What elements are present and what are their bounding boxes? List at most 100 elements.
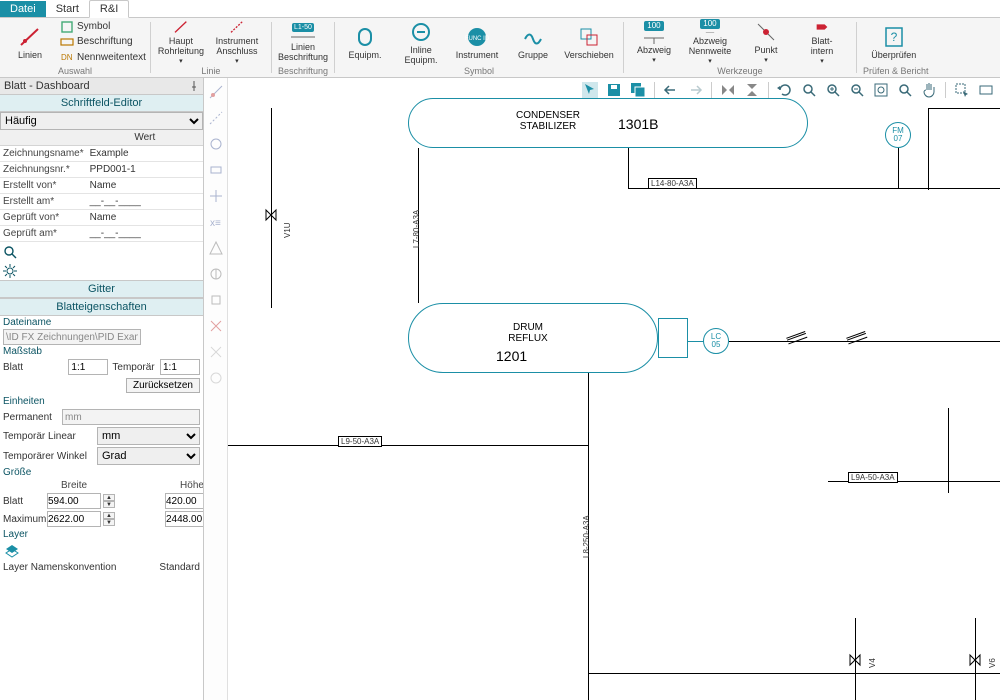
inline-equipment-button[interactable]: Inline Equipm. xyxy=(395,19,447,65)
beschriftung-select-button[interactable]: Beschriftung xyxy=(60,34,146,49)
pipe-l8[interactable] xyxy=(588,445,589,700)
search-icon[interactable] xyxy=(3,245,17,259)
vtool-12[interactable] xyxy=(208,370,224,386)
svg-text:FUNC ID: FUNC ID xyxy=(465,36,489,42)
temp-winkel-select[interactable]: Grad xyxy=(97,447,200,465)
massstab-label: Maßstab xyxy=(0,345,203,358)
tab-ri[interactable]: R&I xyxy=(89,0,129,18)
sidebar-title: Blatt - Dashboard xyxy=(0,78,203,94)
nennweitentext-select-button[interactable]: DNNennweitentext xyxy=(60,50,146,65)
vtool-6[interactable]: x≡ xyxy=(208,214,224,230)
layer-icon[interactable] xyxy=(4,543,20,559)
temp-scale-input[interactable] xyxy=(160,359,200,375)
titleblock-row[interactable]: Zeichnungsname*Example xyxy=(0,146,203,162)
ribbon-group-beschriftung: L1-50 Linien Beschriftung Beschriftung xyxy=(272,18,334,77)
zuruecksetzen-button[interactable]: Zurücksetzen xyxy=(126,378,200,393)
wert-header: Wert xyxy=(87,130,203,146)
max-width-input[interactable] xyxy=(47,511,101,527)
pipe-v1u[interactable] xyxy=(271,108,272,308)
drum-tag: 1201 xyxy=(496,348,527,364)
titleblock-row[interactable]: Geprüft von*Name xyxy=(0,210,203,226)
section-gitter[interactable]: Gitter xyxy=(0,280,203,298)
abzweig-button[interactable]: 100Abzweig▾ xyxy=(628,19,680,65)
vtool-10[interactable] xyxy=(208,318,224,334)
linien-select-button[interactable]: Linien xyxy=(4,19,56,65)
titleblock-row[interactable]: Erstellt von*Name xyxy=(0,178,203,194)
drum-nozzle[interactable] xyxy=(658,318,688,358)
vtool-1[interactable] xyxy=(208,84,224,100)
instrumentanschluss-button[interactable]: Instrument Anschluss ▾ xyxy=(211,19,263,65)
vtool-4[interactable] xyxy=(208,162,224,178)
hauptrohrleitung-button[interactable]: Haupt Rohrleitung ▾ xyxy=(155,19,207,65)
vtool-2[interactable] xyxy=(208,110,224,126)
pipe-edge-1[interactable] xyxy=(928,108,929,190)
vtool-11[interactable] xyxy=(208,344,224,360)
pipe-v4[interactable] xyxy=(855,618,856,700)
layer-naming-value: Standard xyxy=(159,562,200,573)
layer-label: Layer xyxy=(0,528,203,541)
pipe-l9-up[interactable] xyxy=(588,373,589,446)
linienbeschriftung-badge: L1-50 xyxy=(292,23,314,32)
pipe-l8-right[interactable] xyxy=(588,673,1000,674)
verschieben-button[interactable]: Verschieben xyxy=(563,19,615,65)
equipment-button[interactable]: Equipm. xyxy=(339,19,391,65)
svg-text:?: ? xyxy=(890,30,897,44)
drawing-canvas[interactable]: CONDENSERSTABILIZER 1301B DRUMREFLUX 120… xyxy=(228,78,1000,700)
svg-text:DN: DN xyxy=(61,53,73,62)
vtool-8[interactable] xyxy=(208,266,224,282)
ribbon-group-pruefen-label: Prüfen & Bericht xyxy=(861,66,931,77)
l14-label: L14-80-A3A xyxy=(648,178,697,189)
instr-lc05[interactable]: LC05 xyxy=(703,328,729,354)
gruppe-button[interactable]: Gruppe xyxy=(507,19,559,65)
blatt-height-input[interactable] xyxy=(165,493,204,509)
instr-lc05-conn xyxy=(688,341,704,342)
hash-1 xyxy=(787,333,809,349)
titleblock-row[interactable]: Erstellt am*__-__-____ xyxy=(0,194,203,210)
instrumentanschluss-label: Instrument Anschluss xyxy=(216,36,259,56)
pipe-edge-2[interactable] xyxy=(928,108,1000,109)
l9a-label: L9A-50-A3A xyxy=(848,472,898,483)
ribbon-group-symbol-label: Symbol xyxy=(462,66,496,77)
vtool-9[interactable] xyxy=(208,292,224,308)
blatt-scale-input[interactable] xyxy=(68,359,108,375)
groesse-label: Größe xyxy=(0,466,203,479)
blatt-width-input[interactable] xyxy=(47,493,101,509)
blatt-intern-button[interactable]: Blatt- intern▾ xyxy=(796,19,848,65)
frequency-select[interactable]: Häufig xyxy=(0,112,203,130)
ribbon-group-auswahl-label: Auswahl xyxy=(56,66,94,77)
pipe-v6[interactable] xyxy=(975,618,976,700)
max-height-input[interactable] xyxy=(165,511,204,527)
tab-file[interactable]: Datei xyxy=(0,1,46,17)
tab-start[interactable]: Start xyxy=(46,1,89,17)
ribbon-group-beschriftung-label: Beschriftung xyxy=(276,66,330,77)
ribbon-group-linie: Haupt Rohrleitung ▾ Instrument Anschluss… xyxy=(151,18,271,77)
titleblock-row[interactable]: Zeichnungsnr.*PPD001-1 xyxy=(0,162,203,178)
pin-icon[interactable] xyxy=(189,81,199,91)
pipe-l14a[interactable] xyxy=(628,148,629,188)
v1u-label: V1U xyxy=(283,222,292,238)
titleblock-row[interactable]: Geprüft am*__-__-____ xyxy=(0,226,203,242)
linienbeschriftung-button[interactable]: L1-50 Linien Beschriftung xyxy=(277,19,329,65)
ribbon-group-werkzeuge: 100Abzweig▾ 100Abzweig Nennweite▾ Punkt▾… xyxy=(624,18,856,77)
linien-label: Linien xyxy=(18,50,42,60)
instrument-button[interactable]: FUNC IDInstrument xyxy=(451,19,503,65)
vtool-3[interactable] xyxy=(208,136,224,152)
condenser-label: CONDENSERSTABILIZER xyxy=(488,110,608,132)
hauptrohrleitung-label: Haupt Rohrleitung xyxy=(158,36,204,56)
ribbon-group-werkzeuge-label: Werkzeuge xyxy=(715,66,764,77)
condenser-vessel[interactable] xyxy=(408,98,808,148)
gear-icon[interactable] xyxy=(3,264,17,278)
vtool-5[interactable] xyxy=(208,188,224,204)
punkt-button[interactable]: Punkt▾ xyxy=(740,19,792,65)
section-schriftfeld[interactable]: Schriftfeld-Editor xyxy=(0,94,203,112)
pipe-l9[interactable] xyxy=(228,445,588,446)
symbol-select-button[interactable]: Symbol xyxy=(60,19,146,34)
temp-linear-select[interactable]: mm xyxy=(97,427,200,445)
instr-fm07[interactable]: FM07 xyxy=(885,122,911,148)
vertical-toolstrip: x≡ xyxy=(204,78,228,700)
section-blatteig[interactable]: Blatteigenschaften xyxy=(0,298,203,316)
abzweig-nennweite-button[interactable]: 100Abzweig Nennweite▾ xyxy=(684,19,736,65)
ueberpruefen-button[interactable]: ?Überprüfen xyxy=(868,19,920,65)
l8-label: L8-250-A3A xyxy=(582,515,591,558)
vtool-7[interactable] xyxy=(208,240,224,256)
